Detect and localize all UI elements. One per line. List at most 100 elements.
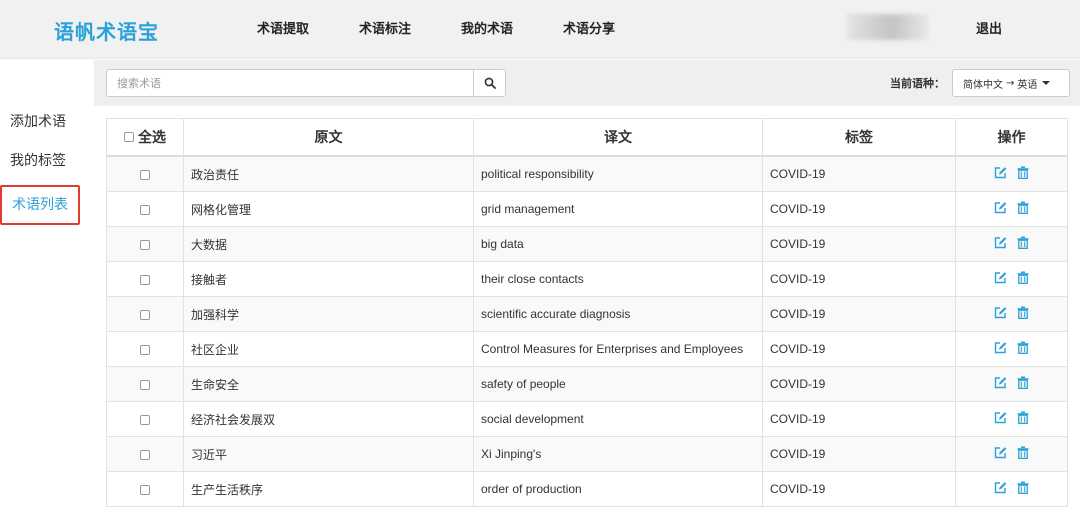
nav-term-share[interactable]: 术语分享: [563, 18, 615, 37]
table-row: 生产生活秩序 order of production COVID-19: [106, 471, 1068, 507]
row-checkbox-cell: [106, 191, 184, 227]
row-checkbox-cell: [106, 296, 184, 332]
search-button[interactable]: [473, 69, 506, 97]
row-source: 接触者: [183, 261, 474, 297]
logout-link[interactable]: 退出: [976, 18, 1002, 37]
table-row: 加强科学 scientific accurate diagnosis COVID…: [106, 296, 1068, 332]
row-target: Control Measures for Enterprises and Emp…: [473, 331, 763, 367]
row-checkbox-cell: [106, 331, 184, 367]
row-tag: COVID-19: [762, 155, 956, 192]
delete-icon[interactable]: [1017, 271, 1029, 287]
row-target: grid management: [473, 191, 763, 227]
row-source: 生命安全: [183, 366, 474, 402]
row-source: 习近平: [183, 436, 474, 472]
row-target: political responsibility: [473, 155, 763, 192]
row-source: 经济社会发展双: [183, 401, 474, 437]
lang-target: 英语: [1017, 79, 1038, 91]
table-row: 大数据 big data COVID-19: [106, 226, 1068, 262]
header-target: 译文: [473, 118, 763, 157]
row-tag: COVID-19: [762, 191, 956, 227]
edit-icon[interactable]: [994, 166, 1007, 182]
row-actions: [955, 261, 1068, 297]
app-logo[interactable]: 语帆术语宝: [54, 16, 159, 45]
row-checkbox[interactable]: [140, 204, 150, 215]
edit-icon[interactable]: [994, 271, 1007, 287]
row-actions: [955, 401, 1068, 437]
search-input[interactable]: [106, 69, 474, 97]
delete-icon[interactable]: [1017, 306, 1029, 322]
top-nav: 术语提取 术语标注 我的术语 术语分享: [257, 18, 665, 37]
row-source: 加强科学: [183, 296, 474, 332]
row-actions: [955, 296, 1068, 332]
row-tag: COVID-19: [762, 401, 956, 437]
table-row: 政治责任 political responsibility COVID-19: [106, 155, 1068, 192]
row-source: 大数据: [183, 226, 474, 262]
select-all-checkbox[interactable]: [124, 132, 134, 142]
row-checkbox-cell: [106, 155, 184, 192]
nav-term-extract[interactable]: 术语提取: [257, 18, 309, 37]
row-target: safety of people: [473, 366, 763, 402]
row-tag: COVID-19: [762, 366, 956, 402]
sidebar-item-add-term[interactable]: 添加术语: [0, 104, 80, 140]
row-checkbox[interactable]: [140, 484, 150, 495]
lang-source: 简体中文: [963, 79, 1003, 91]
row-checkbox-cell: [106, 401, 184, 437]
row-checkbox[interactable]: [140, 414, 150, 425]
top-header: 语帆术语宝 术语提取 术语标注 我的术语 术语分享 退出: [0, 0, 1080, 59]
row-tag: COVID-19: [762, 436, 956, 472]
edit-icon[interactable]: [994, 201, 1007, 217]
lang-arrow: →: [1006, 77, 1015, 89]
edit-icon[interactable]: [994, 376, 1007, 392]
table-row: 网格化管理 grid management COVID-19: [106, 191, 1068, 227]
table-row: 经济社会发展双 social development COVID-19: [106, 401, 1068, 437]
header-tag: 标签: [762, 118, 956, 157]
row-checkbox[interactable]: [140, 379, 150, 390]
edit-icon[interactable]: [994, 341, 1007, 357]
edit-icon[interactable]: [994, 481, 1007, 497]
row-actions: [955, 436, 1068, 472]
delete-icon[interactable]: [1017, 376, 1029, 392]
language-select[interactable]: 简体中文 → 英语: [952, 69, 1070, 97]
edit-icon[interactable]: [994, 236, 1007, 252]
row-checkbox[interactable]: [140, 344, 150, 355]
nav-term-annotate[interactable]: 术语标注: [359, 18, 411, 37]
delete-icon[interactable]: [1017, 446, 1029, 462]
term-table-wrap: 全选 原文 译文 标签 操作 政治责任 political responsibi…: [106, 118, 1068, 507]
edit-icon[interactable]: [994, 446, 1007, 462]
delete-icon[interactable]: [1017, 341, 1029, 357]
table-row: 社区企业 Control Measures for Enterprises an…: [106, 331, 1068, 367]
row-target: Xi Jinping's: [473, 436, 763, 472]
header-select-all: 全选: [106, 118, 184, 157]
row-checkbox[interactable]: [140, 274, 150, 285]
delete-icon[interactable]: [1017, 481, 1029, 497]
row-checkbox[interactable]: [140, 169, 150, 180]
row-checkbox[interactable]: [140, 309, 150, 320]
caret-down-icon: [1042, 81, 1051, 85]
sidebar-item-my-tags[interactable]: 我的标签: [0, 143, 80, 179]
row-source: 网格化管理: [183, 191, 474, 227]
row-source: 政治责任: [183, 155, 474, 192]
row-checkbox-cell: [106, 261, 184, 297]
user-name-blurred[interactable]: [847, 14, 929, 40]
edit-icon[interactable]: [994, 306, 1007, 322]
toolbar: 当前语种： 简体中文 → 英语: [94, 60, 1080, 106]
delete-icon[interactable]: [1017, 236, 1029, 252]
table-row: 生命安全 safety of people COVID-19: [106, 366, 1068, 402]
delete-icon[interactable]: [1017, 166, 1029, 182]
sidebar-item-term-list[interactable]: 术语列表: [0, 185, 80, 225]
row-checkbox[interactable]: [140, 449, 150, 460]
row-checkbox[interactable]: [140, 239, 150, 250]
row-checkbox-cell: [106, 471, 184, 507]
row-source: 生产生活秩序: [183, 471, 474, 507]
header-actions: 操作: [955, 118, 1068, 157]
row-tag: COVID-19: [762, 296, 956, 332]
delete-icon[interactable]: [1017, 411, 1029, 427]
table-header-row: 全选 原文 译文 标签 操作: [106, 118, 1068, 157]
row-source: 社区企业: [183, 331, 474, 367]
delete-icon[interactable]: [1017, 201, 1029, 217]
row-target: social development: [473, 401, 763, 437]
nav-my-terms[interactable]: 我的术语: [461, 18, 513, 37]
table-row: 习近平 Xi Jinping's COVID-19: [106, 436, 1068, 472]
edit-icon[interactable]: [994, 411, 1007, 427]
term-table: 全选 原文 译文 标签 操作 政治责任 political responsibi…: [106, 118, 1068, 507]
